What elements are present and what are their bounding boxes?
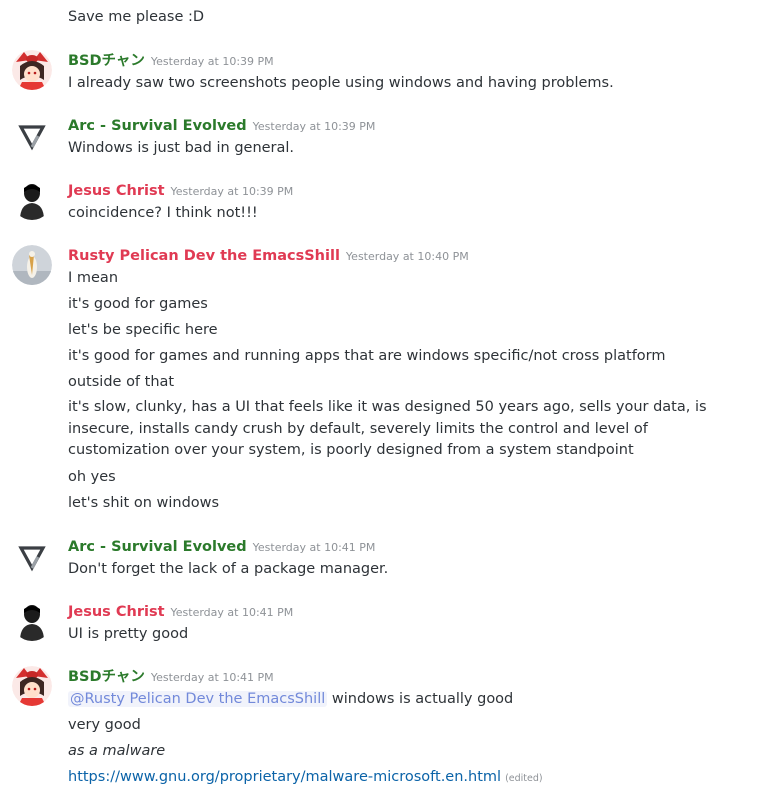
author-name[interactable]: BSDチャン: [68, 669, 145, 685]
message-line: coincidence? I think not!!!: [68, 205, 258, 221]
timestamp: Yesterday at 10:40 PM: [345, 250, 469, 263]
message-line: it's good for games: [68, 296, 208, 312]
timestamp: Yesterday at 10:39 PM: [170, 185, 294, 198]
arc-logo-avatar[interactable]: [12, 115, 52, 155]
reimu-avatar[interactable]: [12, 50, 52, 90]
author-name[interactable]: Jesus Christ: [68, 183, 165, 199]
message-line: let's be specific here: [68, 322, 218, 338]
message-line: it's good for games and running apps tha…: [68, 348, 666, 364]
message-line: @Rusty Pelican Dev the EmacsShill window…: [68, 688, 728, 710]
author-name[interactable]: Arc - Survival Evolved: [68, 118, 247, 134]
message-line: I mean: [68, 270, 119, 286]
message-header: Arc - Survival Evolved Yesterday at 10:39…: [68, 115, 375, 135]
external-link[interactable]: https://www.gnu.org/proprietary/malware-…: [68, 769, 501, 785]
author-name[interactable]: Rusty Pelican Dev the EmacsShill: [68, 248, 340, 264]
timestamp: Yesterday at 10:39 PM: [252, 120, 376, 133]
message-line: let's shit on windows: [68, 494, 220, 511]
message-body: coincidence? I think not!!!: [68, 202, 728, 228]
message-text: windows is actually good: [327, 691, 514, 707]
silhouette-avatar[interactable]: [12, 180, 52, 220]
message-line: as a malware: [68, 743, 166, 759]
message-line: Don't forget the lack of a package manag…: [68, 561, 389, 577]
message-line: very good: [68, 717, 141, 733]
edited-label: (edited): [505, 773, 543, 784]
message-body: @Rusty Pelican Dev the EmacsShill window…: [68, 688, 728, 794]
timestamp: Yesterday at 10:41 PM: [170, 606, 294, 619]
timestamp: Yesterday at 10:41 PM: [150, 671, 274, 684]
pelican-avatar[interactable]: [12, 245, 52, 285]
user-mention[interactable]: @Rusty Pelican Dev the EmacsShill: [68, 691, 328, 707]
message-line: UI is pretty good: [68, 626, 189, 642]
reimu-avatar[interactable]: [12, 666, 52, 706]
message-body: Windows is just bad in general.: [68, 137, 728, 163]
message-header: Rusty Pelican Dev the EmacsShill Yesterda…: [68, 245, 469, 265]
message-line: Save me please :D: [68, 9, 205, 25]
message-body: I mean it's good for games let's be spec…: [68, 267, 728, 518]
message-header: Arc - Survival Evolved Yesterday at 10:41…: [68, 536, 375, 556]
message-line: Windows is just bad in general.: [68, 140, 295, 156]
message-line: oh yes: [68, 468, 116, 485]
message-line: https://www.gnu.org/proprietary/malware-…: [68, 766, 728, 790]
author-name[interactable]: Jesus Christ: [68, 604, 165, 620]
timestamp: Yesterday at 10:39 PM: [150, 55, 274, 68]
message-body: Don't forget the lack of a package manag…: [68, 558, 728, 584]
message-line: it's slow, clunky, has a UI that feels l…: [68, 399, 707, 458]
arc-logo-avatar[interactable]: [12, 536, 52, 576]
message-body: UI is pretty good: [68, 623, 728, 649]
message-header: BSDチャン Yesterday at 10:39 PM: [68, 50, 274, 70]
message-header: Jesus Christ Yesterday at 10:41 PM: [68, 601, 293, 621]
chat-messages: Save me please :D BSDチャン Yesterday at 10:…: [0, 0, 759, 801]
message-line: I already saw two screenshots people usi…: [68, 75, 614, 91]
timestamp: Yesterday at 10:41 PM: [252, 541, 376, 554]
message-header: Jesus Christ Yesterday at 10:39 PM: [68, 180, 293, 200]
author-name[interactable]: Arc - Survival Evolved: [68, 539, 247, 555]
silhouette-avatar[interactable]: [12, 601, 52, 641]
author-name[interactable]: BSDチャン: [68, 53, 145, 69]
message-header: BSDチャン Yesterday at 10:41 PM: [68, 666, 274, 686]
message-line: outside of that: [68, 374, 175, 390]
message-body: I already saw two screenshots people usi…: [68, 72, 728, 98]
